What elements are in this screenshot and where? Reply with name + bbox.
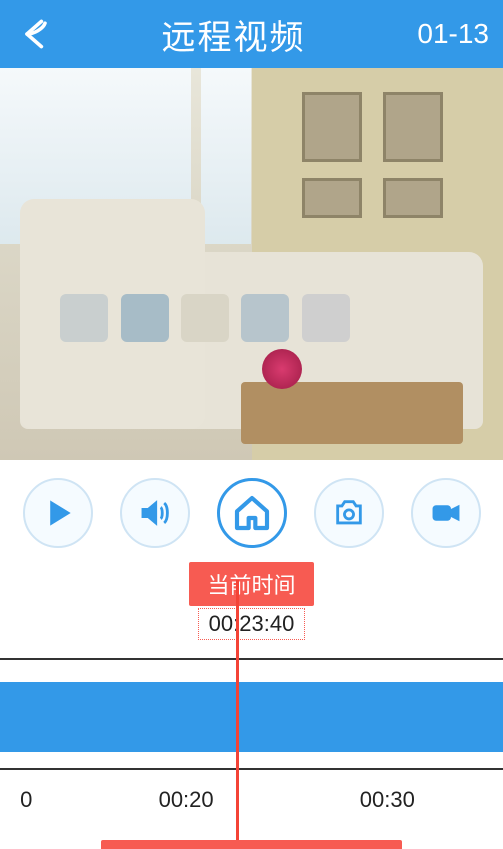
timeline-tick: 00:30 [360,787,415,813]
timeline[interactable]: 0 00:20 00:30 [0,658,503,783]
page-title: 远程视频 [58,10,409,59]
scene-pillow [60,294,108,342]
timeline-tick: 0 [20,787,32,813]
minute-suffix: 分钟 [437,846,489,849]
scene-pillow [121,294,169,342]
timeline-tick: 00:20 [159,787,214,813]
play-icon [41,496,75,530]
timeline-ticks: 0 00:20 00:30 [0,787,503,815]
scene-pillow [241,294,289,342]
camera-icon [332,496,366,530]
snapshot-button[interactable] [314,478,384,548]
header-bar: 远程视频 01-13 [0,0,503,68]
scene-frame [302,178,362,218]
back-arrow-icon [18,16,54,52]
scene-frame [383,92,443,162]
current-time-value: 00:23:40 [198,608,306,640]
scene-frame [383,178,443,218]
volume-icon [138,496,172,530]
home-icon [232,493,272,533]
volume-button[interactable] [120,478,190,548]
current-time-label: 当前时间 [189,562,313,606]
home-button[interactable] [217,478,287,548]
timeline-fill [0,682,503,752]
scene-pillow [302,294,350,342]
scene-pillow [181,294,229,342]
video-icon [429,496,463,530]
date-label: 01-13 [409,18,489,50]
scene-flowers [262,349,302,389]
back-button[interactable] [14,12,58,56]
timeline-track [0,658,503,770]
scene-table [241,382,462,445]
video-feed[interactable] [0,68,503,460]
timeline-hint-row: 时间轴，手指拖动更改时间 分钟 [0,841,503,849]
scene-frame [302,92,362,162]
play-button[interactable] [23,478,93,548]
controls-bar [0,460,503,556]
scene-window [201,68,251,244]
timeline-playhead[interactable] [236,580,239,849]
current-time-box: 当前时间 00:23:40 [0,562,503,640]
timeline-hint: 时间轴，手指拖动更改时间 [101,840,401,849]
record-button[interactable] [411,478,481,548]
